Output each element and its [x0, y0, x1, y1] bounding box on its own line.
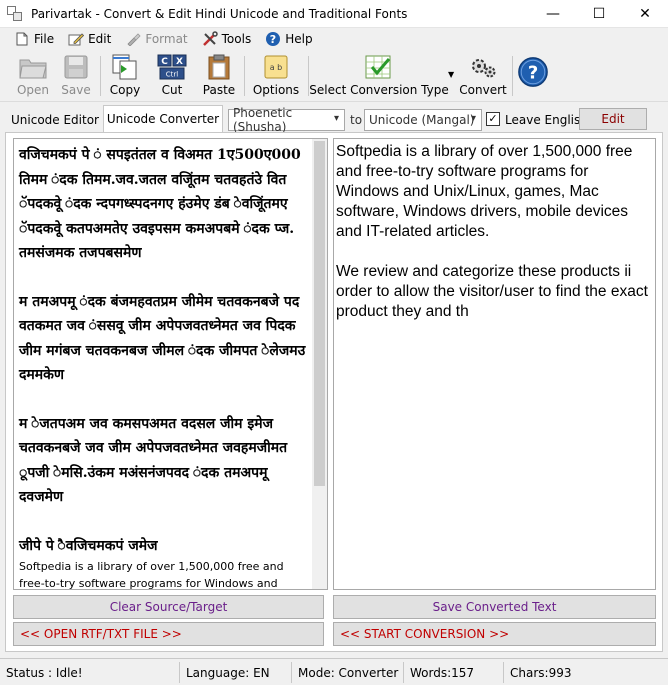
menu-edit-label: Edit — [88, 32, 112, 46]
menu-format[interactable]: Format — [125, 31, 188, 47]
menu-help-label: Help — [285, 32, 313, 46]
menu-file[interactable]: File — [14, 31, 54, 47]
chevron-down-icon: ▾ — [470, 113, 476, 124]
maximize-button[interactable]: ☐ — [576, 0, 622, 28]
tab-unicode-converter[interactable]: Unicode Converter — [103, 105, 223, 132]
select-conversion-type-button[interactable]: Select Conversion Type — [309, 52, 449, 100]
leave-english-label: Leave English — [505, 113, 588, 127]
select-conversion-type-label: Select Conversion Type — [309, 83, 449, 97]
converter-tab-row: Unicode Editor Unicode Converter Phoenet… — [0, 104, 668, 134]
open-rtf-txt-file-button[interactable]: << OPEN RTF/TXT FILE >> — [13, 622, 324, 646]
tools-icon — [202, 31, 218, 47]
minimize-button[interactable]: — — [530, 0, 576, 28]
target-text-content: Softpedia is a library of over 1,500,000… — [336, 142, 648, 342]
options-button[interactable]: a b Options — [252, 52, 300, 100]
copy-label: Copy — [109, 83, 141, 97]
chevron-down-icon: ▾ — [333, 113, 339, 124]
source-latin-text: Softpedia is a library of over 1,500,000… — [19, 560, 284, 590]
source-paragraph: म तमअपमू ंदक बंजमहवतप्रम जीमेम चतवकनबजे … — [19, 293, 306, 384]
open-folder-icon — [17, 52, 49, 82]
window-title: Parivartak - Convert & Edit Hindi Unicod… — [31, 6, 408, 21]
source-paragraph: म ेजतपअम जव कमसपअमत वदसल जीम इमेज चतवकनब… — [19, 415, 288, 506]
toolbar-separator — [512, 56, 513, 96]
copy-button[interactable]: Copy — [106, 52, 144, 100]
convert-label: Convert — [459, 83, 507, 97]
menu-tools-label: Tools — [221, 32, 252, 46]
source-font-value: Phoenetic (Shusha) — [233, 106, 293, 134]
svg-text:?: ? — [270, 33, 276, 46]
source-paragraph: वजिचमकपं पे ं सपइतंतल व विअमत 1ए500ए000 … — [19, 147, 301, 261]
toolbar-separator — [244, 56, 245, 96]
app-icon — [7, 5, 23, 22]
to-label: to — [350, 113, 363, 127]
target-text-area[interactable]: Softpedia is a library of over 1,500,000… — [333, 138, 656, 590]
status-chars: Chars:993 — [510, 665, 572, 680]
source-text-content: वजिचमकपं पे ं सपइतंतल व विअमत 1ए500ए000 … — [19, 143, 309, 590]
cut-button[interactable]: C X Ctrl Cut — [152, 52, 192, 100]
menu-file-label: File — [34, 32, 55, 46]
convert-gears-icon — [467, 52, 499, 82]
open-button[interactable]: Open — [14, 52, 52, 100]
clear-source-target-button[interactable]: Clear Source/Target — [13, 595, 324, 619]
options-label: Options — [252, 83, 300, 97]
toolbar-separator — [100, 56, 101, 96]
leave-english-checkbox[interactable]: ✓ — [486, 112, 500, 126]
target-paragraph: Softpedia is a library of over 1,500,000… — [336, 143, 633, 240]
cut-keyboard-icon: C X Ctrl — [156, 52, 188, 82]
status-mode: Mode: Converter — [294, 662, 404, 683]
close-button[interactable]: ✕ — [622, 0, 668, 28]
help-icon: ? — [265, 31, 281, 47]
cut-label: Cut — [161, 83, 183, 97]
save-disk-icon — [60, 52, 92, 82]
conversion-dropdown-arrow-icon[interactable]: ▼ — [448, 70, 454, 79]
save-label: Save — [61, 83, 91, 97]
paste-label: Paste — [202, 83, 236, 97]
help-circle-icon: ? — [517, 52, 549, 92]
select-conversion-icon — [363, 52, 395, 82]
file-icon — [14, 31, 30, 47]
source-paragraph: जीपे पे ैवजिचमकपं जमेज — [19, 537, 158, 554]
target-font-value: Unicode (Mangal) — [369, 113, 475, 127]
copy-icon — [109, 52, 141, 82]
status-bar: Status : Idle! Language: EN Mode: Conver… — [0, 658, 668, 685]
status-idle: Status : Idle! — [2, 662, 180, 683]
svg-text:X: X — [176, 57, 183, 67]
menu-edit[interactable]: Edit — [68, 31, 111, 47]
paste-clipboard-icon — [203, 52, 235, 82]
format-brush-icon — [125, 31, 141, 47]
target-paragraph: We review and categorize these products … — [336, 263, 648, 320]
title-bar: Parivartak - Convert & Edit Hindi Unicod… — [0, 0, 668, 28]
source-scrollbar[interactable] — [312, 139, 327, 589]
converter-panel: वजिचमकपं पे ं सपइतंतल व विअमत 1ए500ए000 … — [5, 132, 663, 652]
status-words: Words:157 — [406, 662, 504, 683]
svg-text:?: ? — [528, 63, 538, 84]
source-scroll-thumb[interactable] — [314, 141, 325, 486]
convert-button[interactable]: Convert — [459, 52, 507, 100]
start-conversion-button[interactable]: << START CONVERSION >> — [333, 622, 656, 646]
save-converted-text-button[interactable]: Save Converted Text — [333, 595, 656, 619]
edit-button[interactable]: Edit — [579, 108, 647, 130]
open-label: Open — [16, 83, 50, 97]
menu-help[interactable]: ? Help — [265, 31, 313, 47]
save-button[interactable]: Save — [58, 52, 94, 100]
toolbar: Open Save Copy C X Ctrl Cut Paste a b Opti… — [0, 50, 668, 102]
menu-bar: File Edit Format Tools ? Help — [0, 28, 668, 50]
svg-text:C: C — [161, 57, 168, 67]
source-font-select[interactable]: Phoenetic (Shusha) ▾ — [228, 106, 345, 134]
menu-format-label: Format — [145, 32, 188, 46]
source-text-area[interactable]: वजिचमकपं पे ं सपइतंतल व विअमत 1ए500ए000 … — [13, 138, 328, 590]
status-language: Language: EN — [182, 662, 292, 683]
help-toolbar-button[interactable]: ? — [516, 52, 550, 100]
edit-pencil-icon — [68, 31, 85, 47]
options-icon: a b — [260, 52, 292, 82]
options-icon-text: a b — [270, 63, 283, 72]
window-controls: — ☐ ✕ — [530, 0, 668, 28]
cut-icon-ctrl-text: Ctrl — [166, 71, 179, 79]
paste-button[interactable]: Paste — [200, 52, 238, 100]
menu-tools[interactable]: Tools — [202, 31, 252, 47]
target-font-select[interactable]: Unicode (Mangal) ▾ — [364, 109, 482, 131]
tab-unicode-editor[interactable]: Unicode Editor — [7, 107, 103, 132]
